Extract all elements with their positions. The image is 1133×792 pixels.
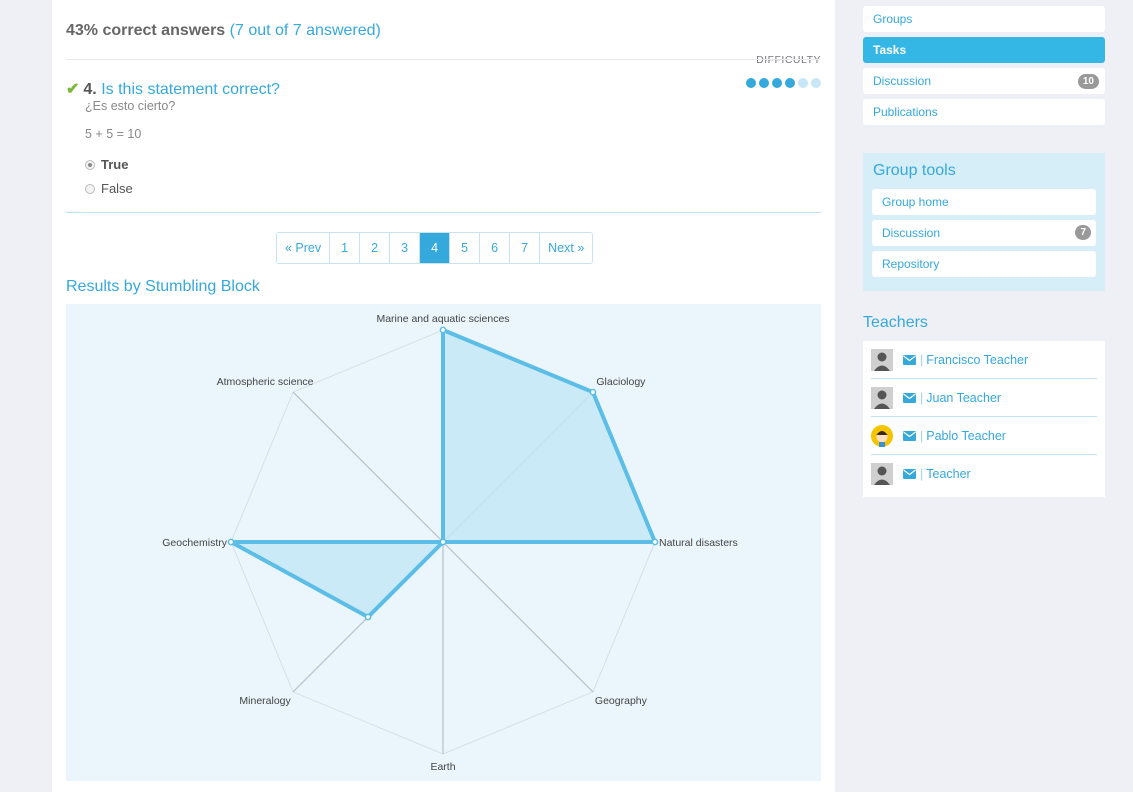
divider bbox=[66, 59, 821, 60]
radar-axis-label: Atmospheric science bbox=[217, 376, 314, 388]
score-text: 43% correct answers bbox=[66, 22, 226, 39]
envelope-icon[interactable] bbox=[903, 469, 916, 479]
radio-selected-icon[interactable] bbox=[85, 159, 95, 170]
question-subtitle: ¿Es esto cierto? bbox=[85, 99, 176, 113]
separator: | bbox=[920, 390, 924, 405]
difficulty-dots bbox=[746, 78, 821, 88]
radar-point bbox=[439, 538, 447, 546]
tool-item-label: Discussion bbox=[882, 226, 941, 240]
radar-point bbox=[364, 613, 372, 621]
difficulty-dot-empty bbox=[811, 78, 821, 88]
radar-point bbox=[227, 538, 235, 546]
radar-spoke bbox=[292, 391, 444, 543]
group-tools-panel: Group tools Group home Discussion 7 Repo… bbox=[863, 153, 1105, 291]
option-false[interactable]: False bbox=[85, 181, 133, 196]
radar-point bbox=[589, 388, 597, 396]
nav-item-label: Publications bbox=[873, 105, 938, 119]
page-button-3[interactable]: 3 bbox=[390, 233, 421, 263]
radar-point bbox=[439, 326, 447, 334]
nav-item-publications[interactable]: Publications bbox=[863, 99, 1105, 125]
radar-spoke bbox=[442, 541, 594, 693]
default-avatar-icon bbox=[871, 386, 893, 409]
pagination: « Prev 1 2 3 4 5 6 7 Next » bbox=[276, 232, 594, 264]
difficulty-dot-filled bbox=[785, 78, 795, 88]
radar-chart: Marine and aquatic sciences Glaciology Nat… bbox=[66, 304, 821, 781]
next-page-button[interactable]: Next » bbox=[540, 233, 593, 263]
separator: | bbox=[920, 467, 924, 481]
divider bbox=[66, 212, 821, 213]
teacher-item[interactable]: | Juan Teacher bbox=[871, 379, 1097, 417]
default-avatar-icon bbox=[871, 463, 893, 485]
prev-page-button[interactable]: « Prev bbox=[277, 233, 331, 263]
teacher-item[interactable]: | Francisco Teacher bbox=[871, 341, 1097, 379]
main-content: 43% correct answers (7 out of 7 answered… bbox=[52, 0, 835, 792]
difficulty-dot-filled bbox=[772, 78, 782, 88]
option-true[interactable]: True bbox=[85, 157, 128, 172]
tool-item-discussion[interactable]: Discussion 7 bbox=[872, 220, 1096, 246]
teacher-name[interactable]: Pablo Teacher bbox=[926, 429, 1006, 443]
envelope-icon[interactable] bbox=[903, 354, 916, 365]
cartoon-avatar-icon bbox=[871, 424, 893, 447]
tool-item-repository[interactable]: Repository bbox=[872, 251, 1096, 277]
option-label: True bbox=[101, 157, 129, 172]
teacher-name[interactable]: Teacher bbox=[926, 467, 970, 481]
question-title-text[interactable]: Is this statement correct? bbox=[101, 81, 280, 98]
radar-axis-label: Mineralogy bbox=[239, 695, 291, 707]
radar-axis-label: Marine and aquatic sciences bbox=[376, 313, 509, 325]
radar-axis-label: Natural disasters bbox=[659, 537, 738, 549]
difficulty-label: DIFFICULTY bbox=[756, 54, 821, 66]
envelope-icon[interactable] bbox=[903, 430, 916, 441]
nav-item-label: Tasks bbox=[873, 43, 907, 57]
tool-item-label: Repository bbox=[882, 257, 940, 271]
tool-discussion-count-badge: 7 bbox=[1075, 225, 1091, 240]
radar-axis-label: Geochemistry bbox=[162, 537, 228, 549]
difficulty-dot-filled bbox=[746, 78, 756, 88]
page-button-2[interactable]: 2 bbox=[360, 233, 391, 263]
difficulty-dot-empty bbox=[798, 78, 808, 88]
separator: | bbox=[920, 352, 924, 367]
page-button-1[interactable]: 1 bbox=[330, 233, 361, 263]
teacher-name[interactable]: Francisco Teacher bbox=[926, 353, 1028, 367]
page-button-7[interactable]: 7 bbox=[510, 233, 541, 263]
checkmark-icon: ✔ bbox=[66, 81, 80, 98]
radar-axis-label: Geography bbox=[595, 695, 648, 707]
tool-item-group-home[interactable]: Group home bbox=[872, 189, 1096, 215]
sidebar: Groups Tasks Discussion 10 Publications … bbox=[835, 0, 1133, 792]
question-number: 4. bbox=[83, 81, 97, 98]
answered-link[interactable]: (7 out of 7 answered) bbox=[230, 22, 381, 39]
radar-point bbox=[651, 538, 659, 546]
group-tools-title: Group tools bbox=[873, 162, 956, 179]
nav-item-discussion[interactable]: Discussion 10 bbox=[863, 68, 1105, 94]
question-statement: 5 + 5 = 10 bbox=[85, 127, 142, 141]
tool-item-label: Group home bbox=[882, 195, 949, 209]
envelope-icon[interactable] bbox=[903, 392, 916, 403]
radar-axis-label: Earth bbox=[430, 761, 455, 773]
radar-chart-svg: Marine and aquatic sciences Glaciology Nat… bbox=[162, 313, 738, 773]
separator: | bbox=[920, 428, 924, 443]
page-button-6[interactable]: 6 bbox=[480, 233, 511, 263]
teachers-list: | Francisco Teacher | Juan Teacher | Pab… bbox=[863, 341, 1105, 497]
score-summary: 43% correct answers (7 out of 7 answered… bbox=[66, 22, 381, 40]
option-label: False bbox=[101, 181, 133, 196]
nav-item-tasks[interactable]: Tasks bbox=[863, 37, 1105, 63]
discussion-count-badge: 10 bbox=[1077, 74, 1099, 89]
teacher-item[interactable]: | Teacher bbox=[871, 455, 1097, 493]
teacher-name[interactable]: Juan Teacher bbox=[926, 391, 1001, 405]
radar-axis-label: Glaciology bbox=[596, 376, 646, 388]
nav-item-groups[interactable]: Groups bbox=[863, 6, 1105, 32]
page-button-4[interactable]: 4 bbox=[420, 233, 451, 263]
default-avatar-icon bbox=[871, 348, 893, 371]
difficulty-dot-filled bbox=[759, 78, 769, 88]
nav-item-label: Groups bbox=[873, 12, 913, 26]
nav-item-label: Discussion bbox=[873, 74, 932, 88]
page-button-5[interactable]: 5 bbox=[450, 233, 481, 263]
results-title: Results by Stumbling Block bbox=[66, 278, 260, 295]
radio-icon[interactable] bbox=[85, 183, 95, 194]
teacher-item[interactable]: | Pablo Teacher bbox=[871, 417, 1097, 455]
question-title: ✔ 4. Is this statement correct? bbox=[66, 79, 280, 99]
teachers-title: Teachers bbox=[863, 314, 928, 331]
